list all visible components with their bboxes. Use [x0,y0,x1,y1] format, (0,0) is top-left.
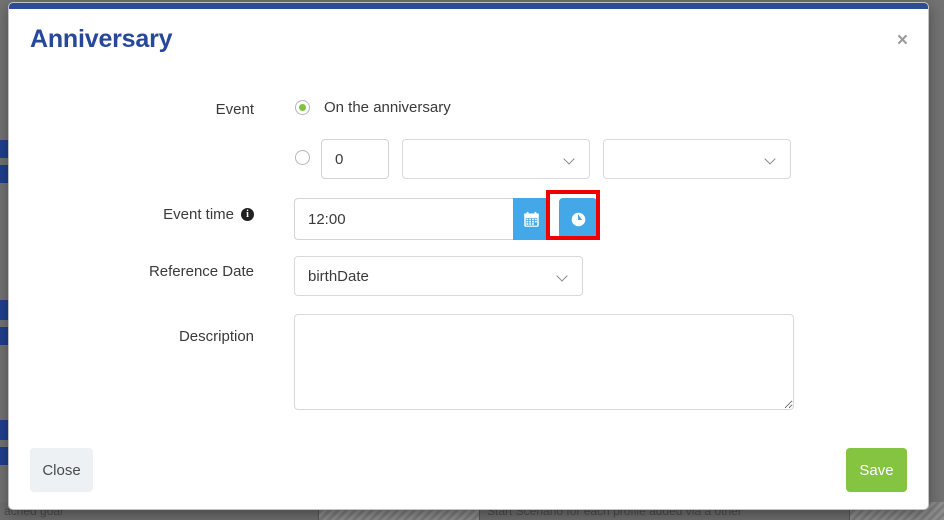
form-row-event-offset [9,137,928,181]
info-icon[interactable]: i [241,208,254,221]
event-radio-offset[interactable] [295,150,310,165]
screen: ached goal Start Scenario for each profi… [0,0,944,520]
radio-offset[interactable] [295,150,310,165]
form-row-description: Description [9,312,928,410]
description-label: Description [178,328,254,345]
modal-footer: Close Save [9,433,928,509]
page-title: Anniversary [30,25,173,53]
event-label: Event [215,101,254,118]
radio-on-the-anniversary-label: On the anniversary [324,99,451,116]
close-icon[interactable]: × [893,27,912,54]
event-time-input[interactable] [294,198,513,240]
save-button[interactable]: Save [846,448,907,492]
radio-on-the-anniversary[interactable] [295,100,310,115]
calendar-icon [524,211,539,227]
offset-value-input[interactable] [321,139,389,179]
event-radio-anniversary[interactable]: On the anniversary [295,99,451,116]
anniversary-modal: Anniversary × Event On the anniversary 0… [8,2,929,510]
close-button[interactable]: Close [30,448,93,492]
form-row-event: Event On the anniversary [9,95,928,131]
offset-direction-select[interactable] [603,139,791,179]
calendar-button[interactable] [513,198,550,240]
reference-date-select[interactable]: birthDate [294,256,583,296]
form-row-event-time: Event time i [9,196,928,242]
event-time-label: Event time i [9,206,254,223]
chevron-down-icon [565,154,576,165]
chevron-down-icon [558,271,569,282]
description-textarea[interactable] [294,314,794,410]
offset-unit-select[interactable] [402,139,590,179]
clock-icon [571,212,585,226]
reference-date-value: birthDate [308,267,369,285]
clock-button[interactable] [559,198,597,240]
event-time-input-group [294,198,597,240]
chevron-down-icon [766,154,777,165]
form-row-reference-date: Reference Date birthDate [9,254,928,296]
modal-header: Anniversary × [9,9,928,71]
event-time-label-text: Event time [163,206,234,223]
reference-date-label: Reference Date [148,263,254,280]
